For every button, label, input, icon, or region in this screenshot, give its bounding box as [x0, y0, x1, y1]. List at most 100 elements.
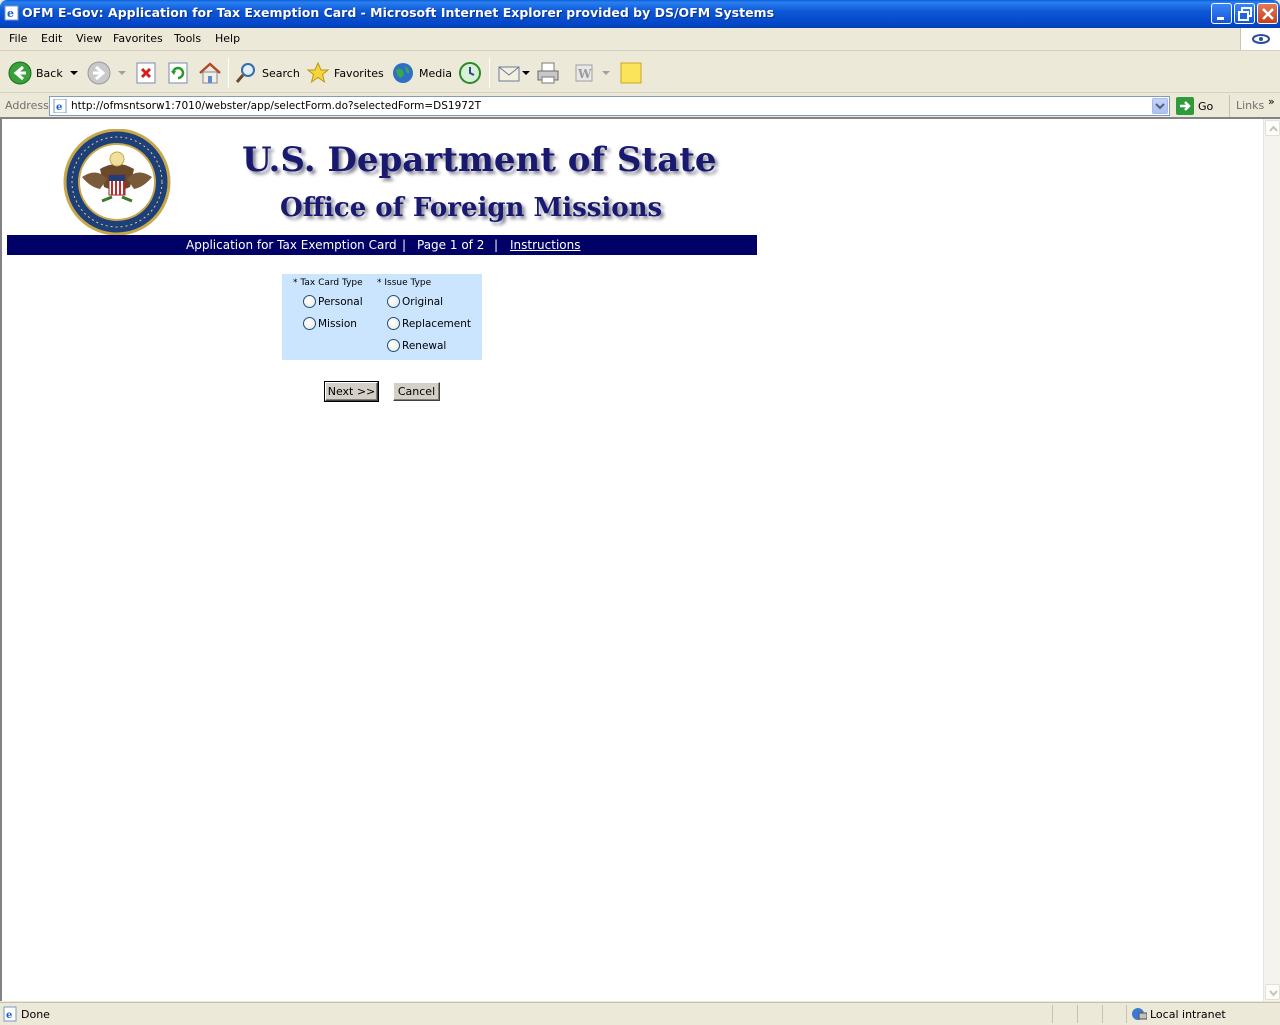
scroll-down-arrow-icon [1269, 990, 1278, 997]
home-button[interactable] [198, 58, 222, 88]
replacement-label: Replacement [402, 317, 471, 330]
original-label: Original [402, 295, 444, 308]
address-bar: Address e Go Links » [0, 94, 1280, 117]
go-button[interactable]: Go [1176, 96, 1213, 116]
instructions-link[interactable]: Instructions [510, 238, 580, 252]
back-arrow-icon [8, 61, 32, 85]
standard-toolbar: Back Search Favorites Media W [0, 52, 1280, 93]
mission-radio[interactable] [303, 317, 316, 330]
back-button[interactable]: Back [8, 58, 81, 88]
chevron-right-icon[interactable]: » [1268, 95, 1275, 108]
menu-edit[interactable]: Edit [41, 32, 62, 45]
media-button[interactable]: Media [391, 58, 452, 88]
home-icon [199, 62, 221, 84]
dropdown-arrow-icon [602, 71, 610, 75]
favorites-star-icon [306, 61, 330, 84]
mail-icon [498, 66, 520, 82]
toolbar-separator [489, 58, 490, 88]
security-zone: Local intranet [1131, 1005, 1226, 1023]
nav-separator: | [494, 238, 499, 252]
renewal-label: Renewal [402, 339, 447, 352]
status-text: Done [21, 1008, 50, 1021]
address-label: Address [5, 99, 49, 112]
history-button[interactable] [458, 58, 482, 88]
forward-arrow-icon [87, 61, 111, 85]
address-dropdown-button[interactable] [1152, 98, 1168, 114]
search-label: Search [262, 66, 300, 80]
svg-text:e: e [6, 1010, 12, 1021]
mail-button[interactable] [497, 58, 531, 88]
status-pane [1126, 1005, 1127, 1023]
menu-help[interactable]: Help [215, 32, 240, 45]
ie-icon: e [4, 5, 20, 21]
next-button[interactable]: Next >> [324, 381, 379, 402]
title-bar: e OFM E-Gov: Application for Tax Exempti… [0, 0, 1280, 28]
close-button[interactable] [1257, 3, 1278, 24]
menu-view[interactable]: View [76, 32, 102, 45]
department-heading: U.S. Department of State [242, 140, 717, 180]
page-done-icon: e [3, 1006, 19, 1025]
issue-type-label: * Issue Type [377, 278, 432, 288]
issue-original-option[interactable]: Original [387, 295, 443, 308]
card-type-form: * Tax Card Type * Issue Type Personal Mi… [282, 274, 482, 360]
renewal-radio[interactable] [387, 339, 400, 352]
personal-radio[interactable] [303, 295, 316, 308]
minimize-icon [1217, 17, 1224, 20]
links-label: Links [1236, 99, 1265, 112]
note-icon [620, 62, 642, 84]
address-field[interactable]: e [49, 96, 1170, 116]
tax-card-mission-option[interactable]: Mission [303, 317, 357, 330]
url-input[interactable] [71, 99, 1146, 113]
favorites-button[interactable]: Favorites [306, 58, 384, 88]
page-nav-bar: Application for Tax Exemption Card | Pag… [7, 235, 757, 255]
menu-bar: File Edit View Favorites Tools Help [0, 28, 1280, 51]
mission-label: Mission [318, 317, 357, 330]
menu-file[interactable]: File [9, 32, 27, 45]
vertical-scrollbar[interactable] [1263, 119, 1280, 1001]
page-icon: e [53, 98, 69, 116]
scroll-down-button[interactable] [1265, 984, 1280, 1000]
content-viewport: U.S. Department of State Office of Forei… [0, 117, 1280, 1001]
personal-label: Personal [318, 295, 363, 308]
messenger-button[interactable] [619, 58, 643, 88]
edit-button[interactable]: W [573, 58, 613, 88]
windows-logo-icon [1240, 28, 1280, 50]
menu-favorites[interactable]: Favorites [113, 32, 163, 45]
minimize-button[interactable] [1211, 3, 1232, 24]
replacement-radio[interactable] [387, 317, 400, 330]
page-info: Page 1 of 2 [417, 238, 485, 252]
links-toolbar[interactable]: Links » [1229, 95, 1275, 117]
scroll-up-button[interactable] [1265, 120, 1280, 136]
zone-label: Local intranet [1150, 1007, 1226, 1021]
svg-text:e: e [7, 7, 14, 20]
print-icon [537, 62, 559, 84]
back-label: Back [36, 66, 63, 80]
toolbar-separator [228, 58, 229, 88]
search-icon [235, 63, 255, 83]
scroll-up-arrow-icon [1269, 125, 1278, 132]
menu-tools[interactable]: Tools [174, 32, 201, 45]
window-title: OFM E-Gov: Application for Tax Exemption… [22, 5, 775, 20]
print-button[interactable] [536, 58, 560, 88]
cancel-button[interactable]: Cancel [393, 382, 440, 401]
status-pane [1052, 1005, 1053, 1023]
browser-window: e OFM E-Gov: Application for Tax Exempti… [0, 0, 1280, 1024]
chevron-down-icon [1155, 103, 1165, 110]
search-button[interactable]: Search [234, 58, 300, 88]
form-title: Application for Tax Exemption Card [186, 238, 397, 252]
stop-button[interactable] [135, 58, 157, 88]
svg-text:e: e [56, 102, 62, 113]
refresh-icon [168, 62, 188, 84]
svg-text:W: W [577, 67, 592, 81]
department-of-state-seal [62, 128, 172, 236]
media-globe-icon [393, 63, 413, 83]
forward-button[interactable] [87, 58, 129, 88]
issue-replacement-option[interactable]: Replacement [387, 317, 471, 330]
word-edit-icon: W [575, 64, 593, 82]
tax-card-personal-option[interactable]: Personal [303, 295, 363, 308]
history-icon [459, 62, 481, 84]
refresh-button[interactable] [167, 58, 189, 88]
issue-renewal-option[interactable]: Renewal [387, 339, 446, 352]
original-radio[interactable] [387, 295, 400, 308]
restore-button[interactable] [1234, 3, 1255, 24]
